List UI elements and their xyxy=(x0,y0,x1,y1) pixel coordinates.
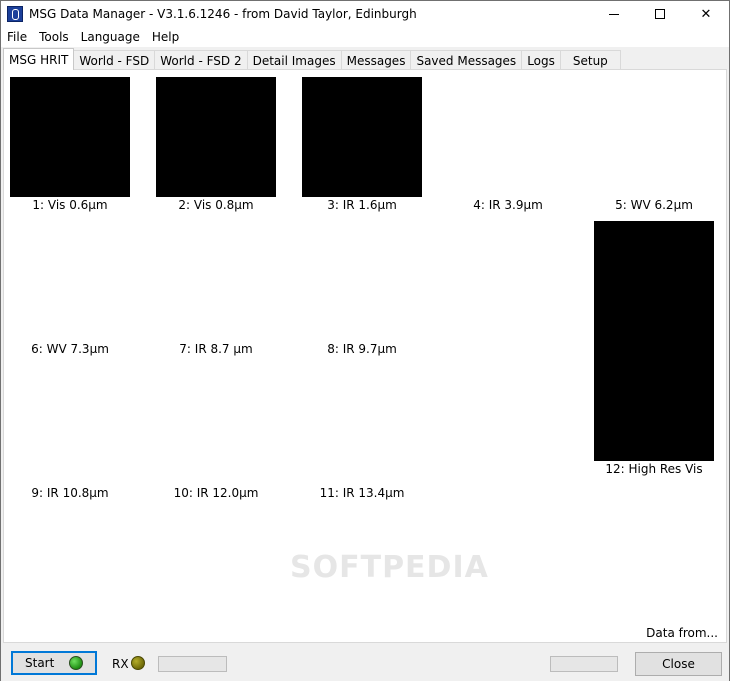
watermark: SOFTPEDIA xyxy=(290,550,489,585)
menu-tools[interactable]: Tools xyxy=(33,30,75,44)
tab-msg-hrit[interactable]: MSG HRIT xyxy=(3,48,75,70)
menu-language[interactable]: Language xyxy=(75,30,146,44)
close-icon: ✕ xyxy=(700,6,712,22)
status-led-green-icon xyxy=(69,656,83,670)
channel-3-image[interactable] xyxy=(302,77,422,197)
channel-12-label: 12: High Res Vis xyxy=(605,462,703,476)
channel-3-label: 3: IR 1.6µm xyxy=(327,198,397,212)
window-title: MSG Data Manager - V3.1.6.1246 - from Da… xyxy=(29,7,417,21)
app-window: MSG Data Manager - V3.1.6.1246 - from Da… xyxy=(0,0,730,681)
channel-6-label: 6: WV 7.3µm xyxy=(31,342,109,356)
start-button[interactable]: Start xyxy=(11,651,97,675)
bottom-bar: Start RX Close xyxy=(1,643,729,681)
msg-hrit-panel: 1: Vis 0.6µm 2: Vis 0.8µm 3: IR 1.6µm 4:… xyxy=(3,69,727,643)
channel-1-image[interactable] xyxy=(10,77,130,197)
minimize-icon xyxy=(609,13,619,15)
menu-file[interactable]: File xyxy=(1,30,33,44)
data-from-link[interactable]: Data from... xyxy=(646,626,718,640)
menu-bar: File Tools Language Help xyxy=(1,27,729,47)
tab-world-fsd[interactable]: World - FSD xyxy=(73,50,156,70)
rx-label: RX xyxy=(112,657,129,671)
channel-12-image[interactable] xyxy=(594,221,714,461)
channel-8-label: 8: IR 9.7µm xyxy=(327,342,397,356)
minimize-button[interactable] xyxy=(591,1,637,27)
title-bar: MSG Data Manager - V3.1.6.1246 - from Da… xyxy=(1,1,729,27)
tab-saved-messages[interactable]: Saved Messages xyxy=(410,50,523,70)
tab-detail-images[interactable]: Detail Images xyxy=(246,50,342,70)
tab-logs[interactable]: Logs xyxy=(521,50,561,70)
maximize-icon xyxy=(655,9,665,19)
rx-led-icon xyxy=(131,656,145,670)
channel-2-label: 2: Vis 0.8µm xyxy=(178,198,254,212)
tab-world-fsd-2[interactable]: World - FSD 2 xyxy=(154,50,248,70)
status-progress-bar xyxy=(550,656,618,672)
menu-help[interactable]: Help xyxy=(146,30,185,44)
tab-strip: MSG HRIT World - FSD World - FSD 2 Detai… xyxy=(3,48,621,70)
tab-messages[interactable]: Messages xyxy=(340,50,412,70)
channel-5-label: 5: WV 6.2µm xyxy=(615,198,693,212)
channel-1-label: 1: Vis 0.6µm xyxy=(32,198,108,212)
channel-7-label: 7: IR 8.7 µm xyxy=(179,342,253,356)
rx-progress-bar xyxy=(158,656,227,672)
start-button-label: Start xyxy=(25,656,55,670)
channel-4-label: 4: IR 3.9µm xyxy=(473,198,543,212)
close-window-button[interactable]: ✕ xyxy=(683,1,729,27)
channel-2-image[interactable] xyxy=(156,77,276,197)
channel-9-label: 9: IR 10.8µm xyxy=(31,486,109,500)
channel-10-label: 10: IR 12.0µm xyxy=(173,486,259,500)
channel-11-label: 11: IR 13.4µm xyxy=(319,486,405,500)
tab-setup[interactable]: Setup xyxy=(559,50,621,70)
close-button[interactable]: Close xyxy=(635,652,722,676)
app-icon[interactable] xyxy=(7,6,23,22)
maximize-button[interactable] xyxy=(637,1,683,27)
